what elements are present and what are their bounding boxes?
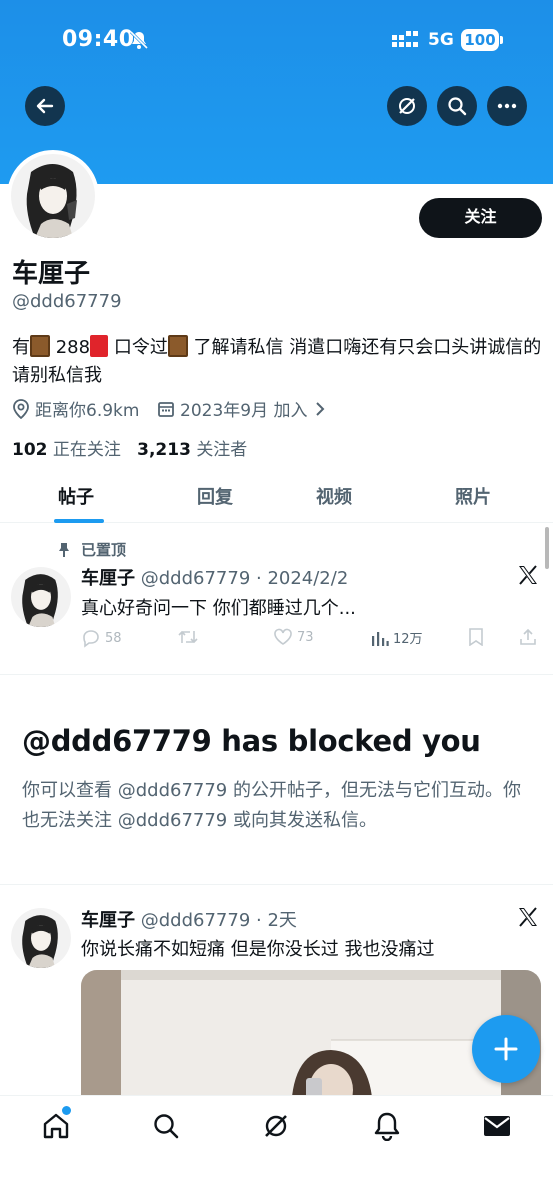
search-button[interactable] <box>437 86 477 126</box>
post-handle-date: @ddd67779 · 2天 <box>140 910 297 931</box>
home-icon <box>43 1113 69 1139</box>
calendar-icon <box>158 401 174 417</box>
bookmark-icon <box>469 628 483 646</box>
pinned-label: 已置顶 <box>57 539 126 560</box>
location-text: 距离你6.9km <box>35 401 140 421</box>
post-author-name[interactable]: 车厘子 <box>81 568 135 589</box>
following-link[interactable]: 102 正在关注 <box>12 440 121 460</box>
like-button[interactable]: 73 <box>273 628 314 646</box>
tab-photos[interactable]: 照片 <box>455 483 491 509</box>
compose-post-button[interactable] <box>472 1015 540 1083</box>
post-text[interactable]: 真心好奇问一下 你们都睡过几个... <box>81 594 356 620</box>
share-icon <box>520 628 536 645</box>
nav-notifications[interactable] <box>371 1110 403 1142</box>
red-envelope-emoji-icon <box>90 335 109 357</box>
scrollbar[interactable] <box>545 527 549 569</box>
reply-button[interactable]: 58 <box>81 628 122 648</box>
following-count: 102 <box>12 440 48 460</box>
post-author-name[interactable]: 车厘子 <box>81 910 135 931</box>
bio-text-3: 口令过 <box>108 337 168 358</box>
search-icon <box>448 97 467 116</box>
tab-replies[interactable]: 回复 <box>197 483 233 509</box>
active-tab-indicator <box>54 519 104 523</box>
x-logo-icon <box>519 565 537 585</box>
pinned-text: 已置顶 <box>81 541 127 559</box>
avatar-illustration <box>11 908 71 968</box>
views-icon <box>372 631 389 646</box>
plus-icon <box>494 1037 518 1061</box>
nav-messages[interactable] <box>481 1110 513 1142</box>
post-avatar[interactable] <box>11 567 71 627</box>
profile-bio: 有 288 口令过 了解请私信 消遣口嗨还有只会口头讲诚信的请别私信我 <box>12 334 542 390</box>
chevron-right-icon <box>316 401 325 416</box>
like-count: 73 <box>297 629 314 645</box>
profile-handle: @ddd67779 <box>12 291 122 312</box>
views-button[interactable]: 12万 <box>371 628 423 647</box>
post-text[interactable]: 你说长痛不如短痛 但是你没长过 我也没痛过 <box>81 935 434 961</box>
door-emoji-icon <box>167 335 188 357</box>
post-header: 车厘子 @ddd67779 · 2天 <box>81 906 297 932</box>
follow-stats: 102 正在关注 3,213 关注者 <box>12 435 247 460</box>
search-icon <box>154 1114 179 1139</box>
repost-icon <box>178 630 198 644</box>
mail-icon <box>484 1116 510 1136</box>
heart-icon <box>274 628 292 645</box>
followers-link[interactable]: 3,213 关注者 <box>137 440 247 460</box>
nav-grok[interactable] <box>260 1110 292 1142</box>
pin-icon <box>59 542 69 557</box>
back-button[interactable] <box>25 86 65 126</box>
followers-label: 关注者 <box>196 440 248 460</box>
door-emoji-icon <box>30 335 50 357</box>
more-horizontal-icon <box>497 103 517 109</box>
reply-count: 58 <box>105 630 122 646</box>
views-count: 12万 <box>393 632 423 647</box>
following-label: 正在关注 <box>52 440 121 460</box>
post-handle-date: @ddd67779 · 2024/2/2 <box>140 568 349 589</box>
profile-joined[interactable]: 2023年9月 加入 <box>157 396 332 421</box>
repost-button[interactable] <box>177 628 199 646</box>
bottom-nav <box>0 1095 553 1200</box>
grok-icon <box>265 1115 287 1137</box>
avatar-illustration <box>11 154 95 238</box>
bell-icon <box>374 1112 400 1141</box>
bell-muted-icon <box>129 30 149 50</box>
grok-button[interactable] <box>387 86 427 126</box>
signal-icon <box>392 31 418 47</box>
share-button[interactable] <box>519 628 537 646</box>
joined-text: 2023年9月 加入 <box>180 401 308 421</box>
post-divider <box>0 674 553 675</box>
bookmark-button[interactable] <box>468 628 484 646</box>
avatar-illustration <box>11 567 71 627</box>
bio-text-1: 有 <box>12 337 30 358</box>
network-type: 5G <box>428 30 454 50</box>
blocked-title: @ddd67779 has blocked you <box>22 724 481 758</box>
status-time: 09:40 <box>62 27 135 52</box>
reply-icon <box>83 630 99 648</box>
arrow-left-icon <box>36 98 54 114</box>
blocked-description: 你可以查看 @ddd67779 的公开帖子，但无法与它们互动。你也无法关注 @d… <box>22 780 521 831</box>
more-button[interactable] <box>487 86 527 126</box>
grok-icon <box>399 98 415 114</box>
profile-tabs: 帖子 回复 视频 照片 <box>0 470 553 523</box>
post-divider <box>0 884 553 885</box>
bio-text-2: 288 <box>55 337 91 358</box>
location-pin-icon <box>13 398 29 419</box>
profile-location: 距离你6.9km <box>12 396 139 421</box>
home-notification-dot <box>62 1106 71 1115</box>
profile-display-name: 车厘子 <box>12 259 91 289</box>
battery-level: 100 <box>461 29 499 51</box>
profile-avatar[interactable] <box>7 150 99 242</box>
battery-tip <box>500 36 503 44</box>
post-actions: 58 73 12万 <box>81 628 541 650</box>
post-header: 车厘子 @ddd67779 · 2024/2/2 <box>81 564 348 590</box>
tab-videos[interactable]: 视频 <box>316 483 352 509</box>
x-logo-icon <box>519 907 537 927</box>
followers-count: 3,213 <box>137 440 191 460</box>
nav-search[interactable] <box>150 1110 182 1142</box>
follow-button[interactable]: 关注 <box>419 198 542 238</box>
post-avatar[interactable] <box>11 908 71 968</box>
tab-posts[interactable]: 帖子 <box>58 483 94 509</box>
